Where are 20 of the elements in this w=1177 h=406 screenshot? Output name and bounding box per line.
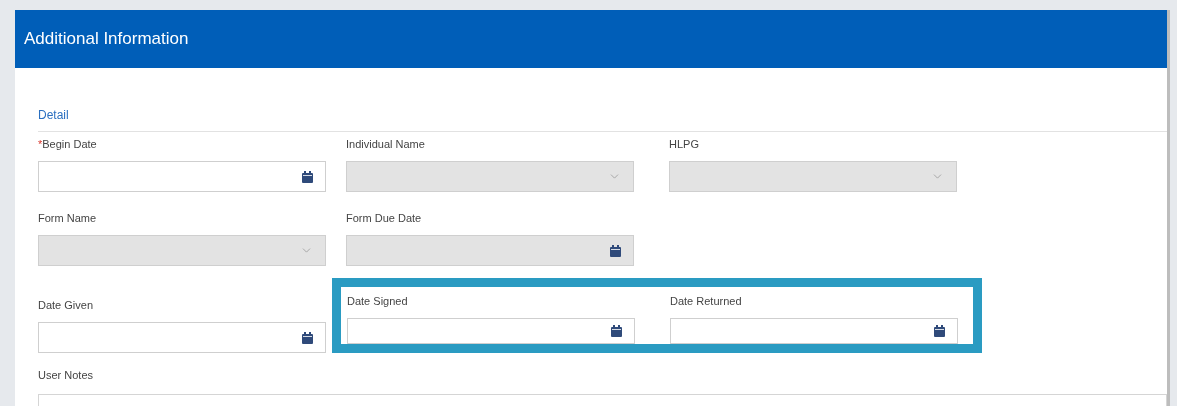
required-mark: * — [38, 136, 43, 152]
calendar-icon[interactable] — [302, 170, 313, 183]
field-label: Form Due Date — [346, 210, 422, 226]
field-label: Begin Date — [42, 136, 97, 152]
date-field[interactable] — [670, 318, 958, 344]
section-title: Detail — [38, 107, 70, 123]
date-field[interactable] — [38, 322, 326, 353]
field-label: Form Name — [38, 210, 97, 226]
field-label: Individual Name — [346, 136, 425, 152]
calendar-icon[interactable] — [611, 325, 622, 337]
field-label: Date Given — [38, 297, 94, 313]
field-label: Date Signed — [347, 293, 408, 309]
field-label: User Notes — [38, 368, 95, 383]
panel-title: Additional Information — [24, 28, 189, 51]
field-label: Date Returned — [670, 293, 742, 309]
date-field[interactable] — [38, 161, 326, 192]
calendar-icon[interactable] — [302, 331, 313, 344]
field-label: HLPG — [669, 136, 699, 152]
date-field[interactable] — [347, 318, 635, 344]
calendar-icon[interactable] — [934, 325, 945, 337]
